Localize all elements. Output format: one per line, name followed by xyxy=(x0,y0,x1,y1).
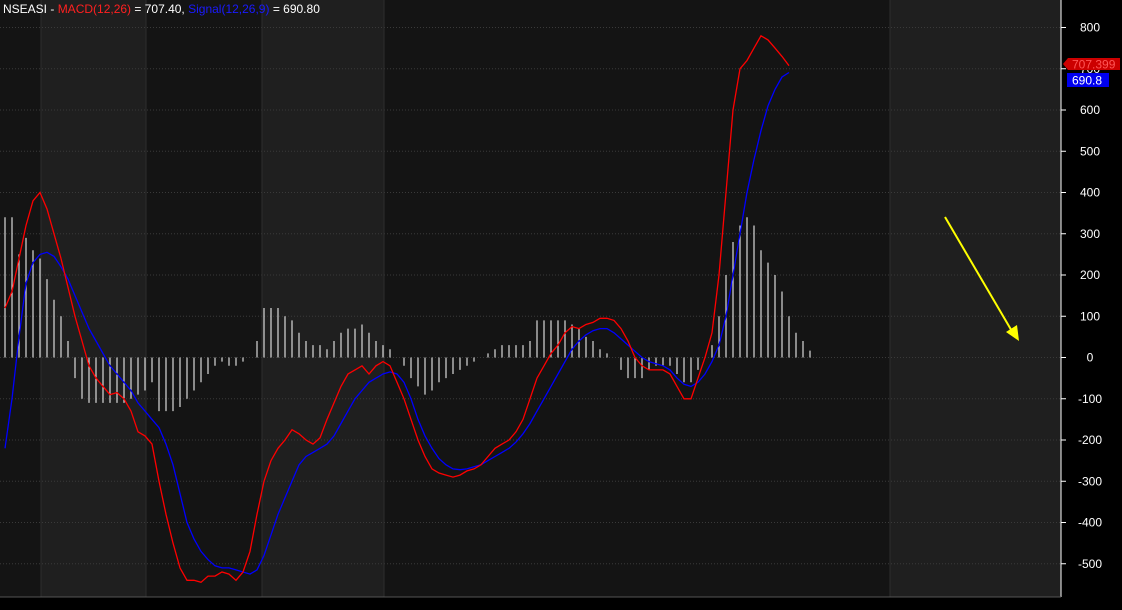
y-tick-label: 300 xyxy=(1080,227,1100,241)
signal-value: = 690.80 xyxy=(269,2,320,16)
y-tick-label: -500 xyxy=(1078,557,1102,571)
background-band xyxy=(0,0,41,597)
y-tick-label: -100 xyxy=(1078,392,1102,406)
macd-label: MACD(12,26) xyxy=(57,2,132,16)
time-bands xyxy=(0,0,1061,597)
signal-label: Signal(12,26,9) xyxy=(188,2,270,16)
y-tick-label: 0 xyxy=(1087,351,1094,365)
header-separator: - xyxy=(47,2,58,16)
background-band xyxy=(41,0,146,597)
y-tick-label: 100 xyxy=(1080,309,1100,323)
y-tick-label: 200 xyxy=(1080,268,1100,282)
y-tick-label: -300 xyxy=(1078,474,1102,488)
macd-value: = 707.40, xyxy=(131,2,189,16)
macd-chart: 8007006005004003002001000-100-200-300-40… xyxy=(0,0,1122,610)
symbol-name: NSEASI xyxy=(3,2,48,16)
signal-value-tag-text: 690.8 xyxy=(1072,74,1102,88)
y-tick-label: 600 xyxy=(1080,103,1100,117)
y-tick-label: -200 xyxy=(1078,433,1102,447)
chart-header: NSEASI - MACD(12,26) = 707.40, Signal(12… xyxy=(3,2,320,16)
y-tick-label: 500 xyxy=(1080,144,1100,158)
y-tick-label: 400 xyxy=(1080,186,1100,200)
y-tick-label: -400 xyxy=(1078,516,1102,530)
macd-value-tag-text: 707.399 xyxy=(1072,58,1116,72)
y-tick-label: 800 xyxy=(1080,21,1100,35)
background-band xyxy=(146,0,262,597)
background-band xyxy=(384,0,890,597)
background-band xyxy=(890,0,1061,597)
